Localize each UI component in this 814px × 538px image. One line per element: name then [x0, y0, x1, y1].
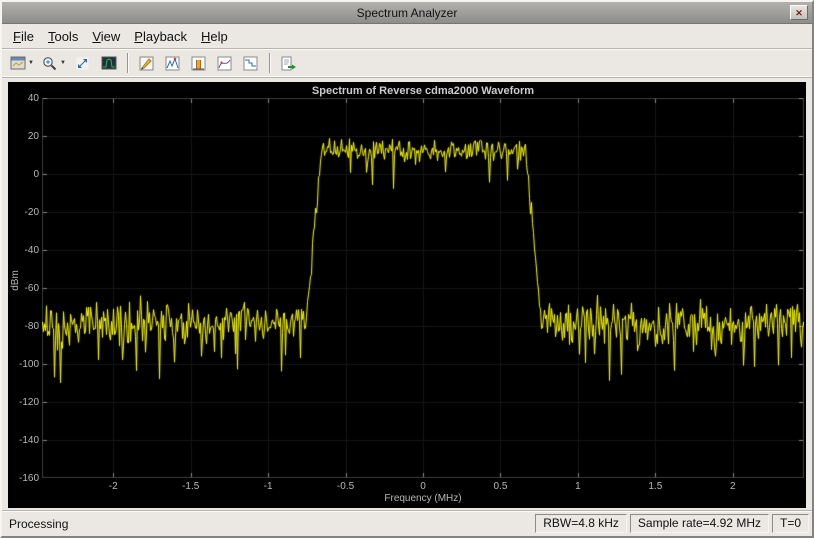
toolbar-separator — [126, 53, 129, 73]
y-tick-label: 0 — [33, 169, 39, 180]
x-tick-label: -2 — [108, 481, 118, 492]
menu-file[interactable]: File — [6, 26, 41, 47]
menu-help[interactable]: Help — [194, 26, 235, 47]
y-tick-label: -60 — [24, 283, 39, 294]
y-tick-label: -100 — [18, 359, 39, 370]
statusbar: Processing RBW=4.8 kHz Sample rate=4.92 … — [2, 510, 812, 536]
y-tick-label: -20 — [24, 207, 39, 218]
x-axis-label: Frequency (MHz) — [384, 493, 462, 504]
print-export-icon — [10, 56, 26, 70]
y-tick-label: -40 — [24, 245, 39, 256]
status-sample-rate: Sample rate=4.92 MHz — [629, 514, 769, 533]
channel-measurements-icon — [191, 56, 206, 70]
status-processing: Processing — [9, 516, 69, 531]
x-tick-label: 1.5 — [648, 481, 663, 492]
spectrum-settings-icon — [101, 56, 117, 70]
spectrum-settings-button[interactable] — [97, 51, 121, 75]
spectrum-figure: Spectrum of Reverse cdma2000 Waveform dB… — [8, 82, 806, 508]
toolbar-separator — [268, 53, 271, 73]
x-tick-label: 0.5 — [493, 481, 508, 492]
cursor-measurements-icon — [139, 56, 154, 70]
channel-measurements-button[interactable] — [187, 51, 211, 75]
export-data-button[interactable] — [277, 51, 301, 75]
ccdf-measurements-icon — [243, 56, 258, 70]
y-tick-label: 40 — [27, 93, 39, 104]
toolbar: ▼ ▼ — [2, 48, 812, 78]
menu-view[interactable]: View — [85, 26, 127, 47]
x-tick-label: -1 — [263, 481, 273, 492]
status-rbw: RBW=4.8 kHz — [535, 514, 627, 533]
x-tick-label: -0.5 — [336, 481, 355, 492]
x-tick-label: 2 — [729, 481, 736, 492]
x-tick-label: 1 — [575, 481, 581, 492]
titlebar: Spectrum Analyzer ✕ — [2, 2, 812, 24]
y-tick-label: 20 — [27, 131, 39, 142]
plot-title: Spectrum of Reverse cdma2000 Waveform — [311, 85, 535, 97]
peak-finder-button[interactable] — [161, 51, 185, 75]
menu-playback[interactable]: Playback — [127, 26, 194, 47]
window-title: Spectrum Analyzer — [356, 5, 458, 20]
ccdf-measurements-button[interactable] — [239, 51, 263, 75]
cursor-measurements-button[interactable] — [135, 51, 159, 75]
export-data-icon — [281, 56, 296, 70]
scale-to-fit-button[interactable] — [71, 51, 95, 75]
x-tick-label: 0 — [420, 481, 426, 492]
close-button[interactable]: ✕ — [790, 5, 808, 20]
status-time: T=0 — [771, 514, 809, 533]
menu-tools[interactable]: Tools — [41, 26, 85, 47]
distortion-measurements-button[interactable] — [213, 51, 237, 75]
distortion-measurements-icon — [217, 56, 232, 70]
zoom-icon — [43, 56, 57, 70]
chevron-down-icon: ▼ — [28, 60, 34, 66]
peak-finder-icon — [165, 56, 180, 70]
y-tick-label: -160 — [18, 473, 39, 484]
spectrum-analyzer-window: Spectrum Analyzer ✕ File Tools View Play… — [0, 0, 814, 538]
spectrum-plot-canvas[interactable] — [42, 98, 804, 478]
y-tick-label: -80 — [24, 321, 39, 332]
y-tick-label: -140 — [18, 435, 39, 446]
print-export-button[interactable]: ▼ — [7, 51, 37, 75]
menubar: File Tools View Playback Help — [2, 24, 812, 48]
scale-to-fit-icon — [76, 57, 89, 69]
zoom-button[interactable]: ▼ — [39, 51, 69, 75]
y-tick-label: -120 — [18, 397, 39, 408]
close-icon: ✕ — [795, 7, 803, 18]
chevron-down-icon: ▼ — [59, 60, 66, 66]
x-tick-label: -1.5 — [182, 481, 200, 492]
